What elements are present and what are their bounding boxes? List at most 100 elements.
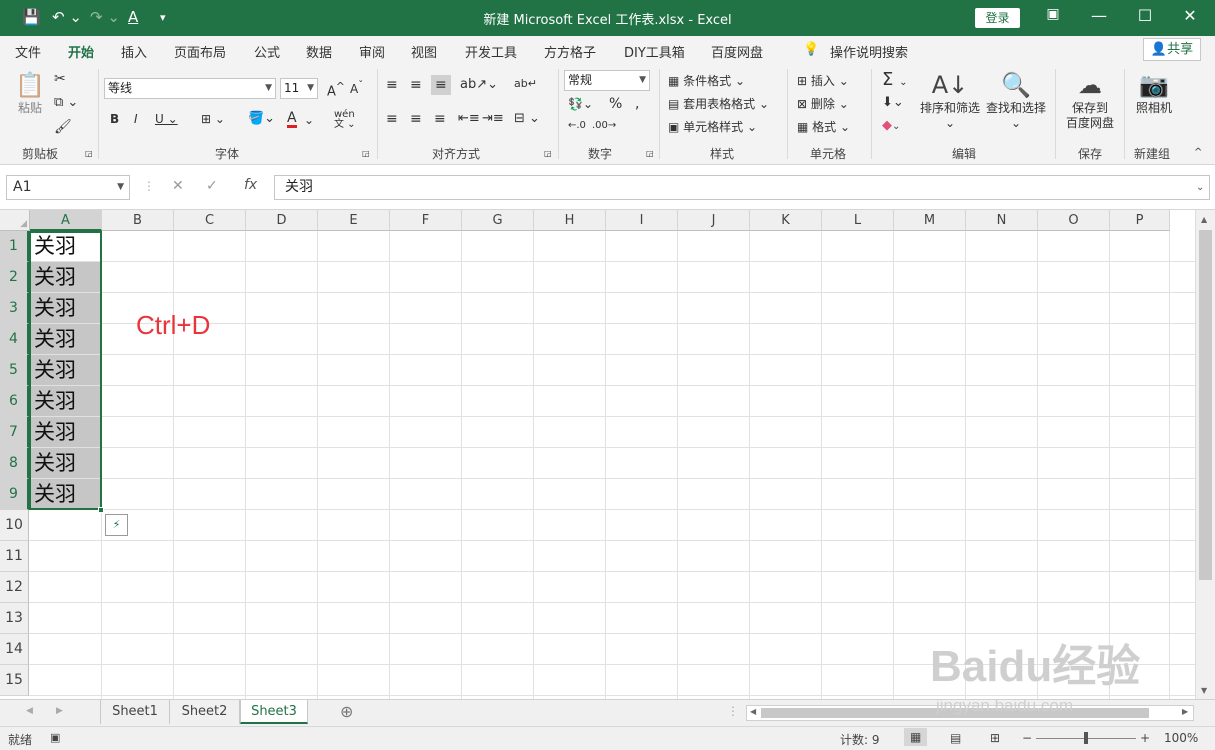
row-header-14[interactable]: 14 — [0, 634, 29, 665]
column-header-e[interactable]: E — [318, 210, 390, 231]
comma-style-icon[interactable]: , — [635, 96, 639, 112]
scroll-down-icon[interactable]: ▼ — [1201, 686, 1207, 695]
tab-review[interactable]: 审阅 — [359, 42, 385, 61]
fill-handle[interactable] — [98, 507, 104, 513]
select-all-button[interactable]: ◢ — [0, 210, 30, 231]
column-header-b[interactable]: B — [102, 210, 174, 231]
tab-home[interactable]: 开始 — [65, 42, 97, 67]
column-header-m[interactable]: M — [894, 210, 966, 231]
row-header-8[interactable]: 8 — [0, 448, 29, 479]
column-header-i[interactable]: I — [606, 210, 678, 231]
row-header-13[interactable]: 13 — [0, 603, 29, 634]
expand-formula-bar-icon[interactable]: ⌄ — [1196, 182, 1204, 193]
collapse-ribbon-icon[interactable]: ^ — [1194, 147, 1202, 158]
find-select-button[interactable]: 🔍 查找和选择 ⌄ — [984, 69, 1048, 131]
row-header-2[interactable]: 2 — [0, 262, 29, 293]
align-bottom-icon[interactable]: ≡ — [431, 75, 451, 95]
chevron-down-icon[interactable]: ⌄ — [304, 113, 314, 127]
tab-formulas[interactable]: 公式 — [254, 42, 280, 61]
cut-icon[interactable]: ✂ — [54, 71, 66, 87]
copy-icon[interactable]: ⧉ ⌄ — [54, 95, 78, 110]
row-header-1[interactable]: 1 — [0, 231, 29, 262]
tab-insert[interactable]: 插入 — [121, 42, 147, 61]
macro-record-icon[interactable]: ▣ — [50, 731, 60, 744]
column-header-c[interactable]: C — [174, 210, 246, 231]
tab-developer[interactable]: 开发工具 — [465, 42, 517, 61]
scroll-up-icon[interactable]: ▲ — [1201, 215, 1207, 224]
page-break-view-icon[interactable]: ⊞ — [990, 731, 1000, 745]
row-header-7[interactable]: 7 — [0, 417, 29, 448]
sheet-tab-sheet2[interactable]: Sheet2 — [170, 700, 240, 724]
font-name-select[interactable]: 等线 ▼ — [104, 78, 276, 99]
zoom-slider-thumb[interactable] — [1084, 732, 1088, 744]
font-color-icon[interactable]: A — [287, 111, 297, 128]
login-button[interactable]: 登录 — [975, 8, 1020, 28]
row-header-5[interactable]: 5 — [0, 355, 29, 386]
column-header-a[interactable]: A — [30, 210, 102, 231]
column-header-p[interactable]: P — [1110, 210, 1170, 231]
add-sheet-icon[interactable]: ⊕ — [340, 702, 353, 721]
column-header-g[interactable]: G — [462, 210, 534, 231]
row-header-10[interactable]: 10 — [0, 510, 29, 541]
row-header-6[interactable]: 6 — [0, 386, 29, 417]
underline-icon[interactable]: U ⌄ — [155, 112, 178, 126]
currency-icon[interactable]: 💱⌄ — [568, 97, 593, 111]
column-header-h[interactable]: H — [534, 210, 606, 231]
tab-split-grip-icon[interactable]: ⋮ — [727, 704, 739, 718]
flash-fill-options-icon[interactable]: ⚡ — [105, 514, 128, 536]
insert-cells-button[interactable]: ⊞ 插入 ⌄ — [797, 72, 849, 89]
share-button[interactable]: 👤共享 — [1143, 38, 1201, 61]
row-header-4[interactable]: 4 — [0, 324, 29, 355]
orientation-icon[interactable]: ab↗⌄ — [460, 77, 498, 92]
ribbon-display-options-icon[interactable]: ▣ — [1038, 6, 1068, 22]
cell-styles-button[interactable]: ▣ 单元格样式 ⌄ — [668, 118, 757, 135]
bold-icon[interactable]: B — [110, 112, 119, 126]
percent-icon[interactable]: % — [609, 96, 622, 112]
zoom-out-icon[interactable]: − — [1022, 731, 1032, 745]
wrap-text-icon[interactable]: ab↵ — [514, 77, 537, 90]
format-painter-icon[interactable]: 🖌 — [54, 119, 72, 135]
zoom-level[interactable]: 100% — [1164, 731, 1198, 745]
conditional-formatting-button[interactable]: ▦ 条件格式 ⌄ — [668, 72, 745, 89]
column-header-f[interactable]: F — [390, 210, 462, 231]
zoom-in-icon[interactable]: + — [1140, 731, 1150, 745]
tab-fangfang[interactable]: 方方格子 — [544, 42, 596, 61]
increase-decimal-icon[interactable]: ←.0 — [568, 120, 586, 131]
close-button[interactable]: ✕ — [1175, 6, 1205, 25]
tab-data[interactable]: 数据 — [306, 42, 332, 61]
italic-icon[interactable]: I — [134, 112, 138, 126]
formula-input[interactable]: 关羽 — [274, 175, 1210, 200]
fill-icon[interactable]: ⬇⌄ — [882, 95, 904, 110]
format-as-table-button[interactable]: ▤ 套用表格格式 ⌄ — [668, 95, 769, 112]
scroll-right-icon[interactable]: ▶ — [1182, 707, 1188, 716]
name-box[interactable]: A1 ▼ — [6, 175, 130, 200]
format-cells-button[interactable]: ▦ 格式 ⌄ — [797, 118, 850, 135]
dialog-launcher-icon[interactable]: ◲ — [362, 149, 370, 158]
minimize-button[interactable]: — — [1084, 6, 1114, 25]
camera-button[interactable]: 📷 照相机 — [1130, 69, 1178, 116]
tab-page-layout[interactable]: 页面布局 — [174, 42, 226, 61]
tab-diy-toolbox[interactable]: DIY工具箱 — [624, 42, 685, 61]
autosum-icon[interactable]: Σ ⌄ — [882, 69, 908, 90]
merge-center-icon[interactable]: ⊟ ⌄ — [514, 111, 540, 126]
scroll-sheets-left-icon[interactable]: ◀ — [26, 706, 33, 716]
grow-font-icon[interactable]: A^ — [327, 80, 345, 99]
phonetic-guide-icon[interactable]: wén 文 ⌄ — [334, 110, 356, 130]
paste-button[interactable]: 📋 粘贴 — [12, 69, 48, 116]
font-size-select[interactable]: 11 ▼ — [280, 78, 318, 99]
row-header-9[interactable]: 9 — [0, 479, 29, 510]
column-header-d[interactable]: D — [246, 210, 318, 231]
column-header-k[interactable]: K — [750, 210, 822, 231]
tab-file[interactable]: 文件 — [15, 42, 41, 61]
maximize-button[interactable]: ☐ — [1130, 6, 1160, 25]
dialog-launcher-icon[interactable]: ◲ — [646, 149, 654, 158]
insert-function-icon[interactable]: fx — [244, 177, 257, 193]
dialog-launcher-icon[interactable]: ◲ — [85, 149, 93, 158]
number-format-select[interactable]: 常规 ▼ — [564, 70, 650, 91]
decrease-indent-icon[interactable]: ⇤≡ — [458, 111, 480, 126]
row-header-11[interactable]: 11 — [0, 541, 29, 572]
align-right-icon[interactable]: ≡ — [434, 111, 446, 127]
delete-cells-button[interactable]: ⊠ 删除 ⌄ — [797, 95, 849, 112]
sheet-tab-sheet3[interactable]: Sheet3 — [240, 700, 308, 724]
column-header-l[interactable]: L — [822, 210, 894, 231]
